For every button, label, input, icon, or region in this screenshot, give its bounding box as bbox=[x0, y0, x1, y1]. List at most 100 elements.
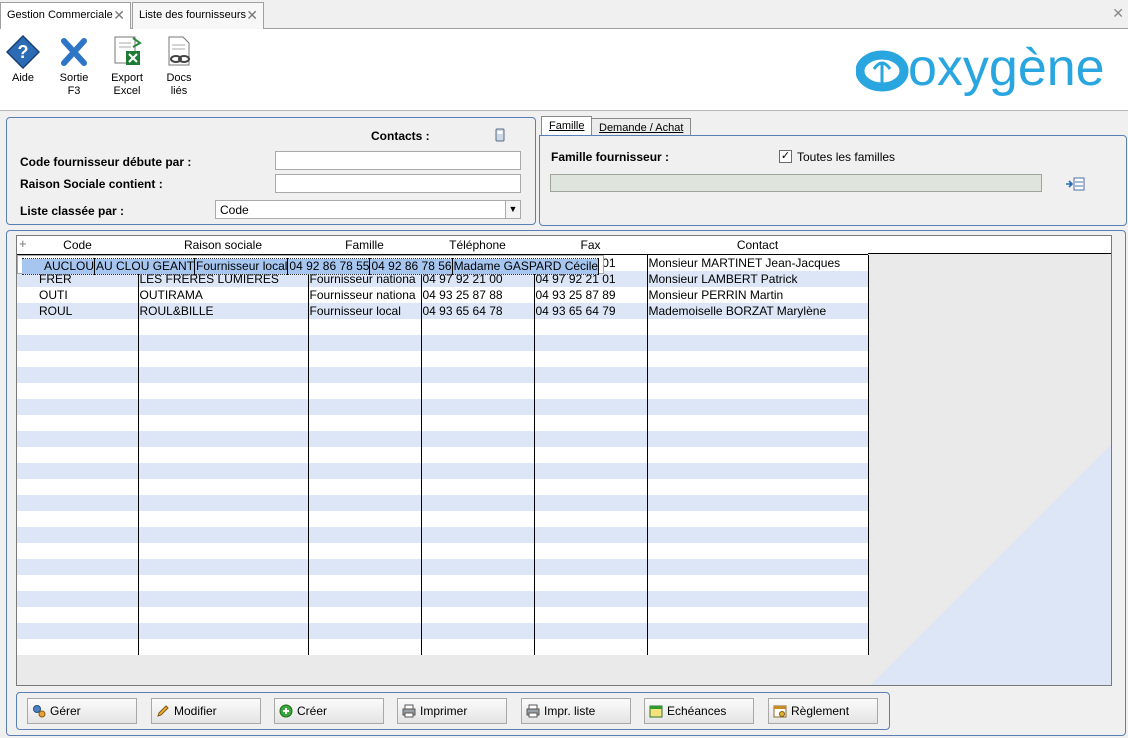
column-header-raison[interactable]: Raison sociale bbox=[138, 236, 308, 255]
empty-row[interactable] bbox=[17, 558, 869, 575]
cell-code bbox=[17, 558, 139, 575]
table-row[interactable]: AUCLOU AU CLOU GEANT Fournisseur local 04 9… bbox=[17, 254, 605, 275]
column-header-contact[interactable]: Contact bbox=[647, 236, 868, 255]
cell-famille bbox=[308, 350, 422, 367]
cell-contact bbox=[647, 574, 869, 591]
cell-fax bbox=[534, 526, 648, 543]
empty-row[interactable] bbox=[17, 430, 869, 447]
empty-row[interactable] bbox=[17, 398, 869, 415]
code-input[interactable] bbox=[275, 151, 521, 170]
column-header-telephone[interactable]: Téléphone bbox=[421, 236, 534, 255]
sort-value: Code bbox=[220, 203, 249, 217]
empty-row[interactable] bbox=[17, 622, 869, 639]
supplier-table: + Code Raison sociale Famille Téléphone … bbox=[17, 236, 869, 655]
column-header-code[interactable]: + Code bbox=[17, 236, 138, 255]
docs-lies-button[interactable]: Docs liés bbox=[156, 35, 202, 98]
empty-row[interactable] bbox=[17, 494, 869, 511]
empty-row[interactable] bbox=[17, 446, 869, 463]
cell-famille bbox=[308, 366, 422, 383]
export-excel-button[interactable]: Export Excel bbox=[104, 35, 150, 98]
empty-row[interactable] bbox=[17, 510, 869, 527]
column-header-fax[interactable]: Fax bbox=[534, 236, 647, 255]
close-all-icon[interactable]: ✕ bbox=[1112, 5, 1124, 22]
reglement-button[interactable]: Règlement bbox=[768, 698, 878, 724]
cell-fax: 04 93 65 64 79 bbox=[534, 302, 648, 319]
imprimer-button[interactable]: Imprimer bbox=[397, 698, 507, 724]
exit-button[interactable]: Sortie F3 bbox=[51, 35, 97, 98]
tab-gestion-commerciale[interactable]: Gestion Commerciale ✕ bbox=[0, 2, 131, 30]
cell-famille bbox=[308, 590, 422, 607]
tab-demande-achat[interactable]: Demande / Achat bbox=[591, 118, 692, 136]
empty-row[interactable] bbox=[17, 334, 869, 351]
cell-code: OUTI bbox=[17, 286, 139, 303]
all-families-checkbox[interactable]: ✓ bbox=[779, 150, 792, 163]
empty-row[interactable] bbox=[17, 542, 869, 559]
table-row[interactable]: OUTI OUTIRAMA Fournisseur nationa 04 93 25 … bbox=[17, 286, 869, 303]
empty-row[interactable] bbox=[17, 478, 869, 495]
cell-fax bbox=[534, 558, 648, 575]
chevron-down-icon[interactable]: ▼ bbox=[505, 201, 520, 218]
payment-calendar-icon bbox=[773, 705, 787, 718]
empty-row[interactable] bbox=[17, 462, 869, 479]
gerer-button[interactable]: Gérer bbox=[27, 698, 137, 724]
table-row[interactable]: ROUL ROUL&BILLE Fournisseur local 04 93 65 … bbox=[17, 302, 869, 319]
empty-row[interactable] bbox=[17, 366, 869, 383]
family-select-icon[interactable] bbox=[1065, 177, 1085, 191]
close-icon[interactable]: ✕ bbox=[113, 8, 125, 22]
phone-icon[interactable] bbox=[495, 128, 505, 142]
cell-famille bbox=[308, 478, 422, 495]
cell-code bbox=[17, 574, 139, 591]
cell-tel bbox=[421, 606, 535, 623]
famille-field[interactable] bbox=[550, 174, 1042, 192]
cell-fax bbox=[534, 318, 648, 335]
cell-raison bbox=[138, 526, 309, 543]
cell-tel bbox=[421, 430, 535, 447]
empty-row[interactable] bbox=[17, 318, 869, 335]
help-button[interactable]: ? Aide bbox=[0, 35, 46, 85]
tab-label: Gestion Commerciale bbox=[7, 9, 113, 21]
column-chooser-icon[interactable]: + bbox=[19, 236, 27, 251]
empty-row[interactable] bbox=[17, 414, 869, 431]
cell-raison bbox=[138, 558, 309, 575]
impr-liste-button[interactable]: Impr. liste bbox=[521, 698, 631, 724]
cell-raison bbox=[138, 462, 309, 479]
cell-fax bbox=[534, 398, 648, 415]
cell-code bbox=[17, 430, 139, 447]
tab-liste-fournisseurs[interactable]: Liste des fournisseurs ✕ bbox=[132, 2, 264, 29]
empty-row[interactable] bbox=[17, 382, 869, 399]
cell-contact: Monsieur MARTINET Jean-Jacques bbox=[647, 254, 869, 271]
column-header-famille[interactable]: Famille bbox=[308, 236, 421, 255]
cell-raison bbox=[138, 590, 309, 607]
empty-row[interactable] bbox=[17, 350, 869, 367]
cell-contact bbox=[647, 334, 869, 351]
family-panel: Famille fournisseur : ✓ Toutes les famil… bbox=[539, 135, 1127, 226]
empty-row[interactable] bbox=[17, 574, 869, 591]
cell-raison bbox=[138, 430, 309, 447]
cell-tel bbox=[421, 510, 535, 527]
close-icon[interactable]: ✕ bbox=[246, 8, 258, 22]
cell-contact bbox=[647, 478, 869, 495]
cell-raison: ROUL&BILLE bbox=[138, 302, 309, 319]
code-label: Code fournisseur débute par : bbox=[20, 155, 192, 169]
cell-contact: Madame GASPARD Cécile bbox=[452, 257, 600, 275]
empty-row[interactable] bbox=[17, 638, 869, 655]
help-label: Aide bbox=[11, 72, 35, 84]
empty-row[interactable] bbox=[17, 606, 869, 623]
cell-contact bbox=[647, 510, 869, 527]
sort-select[interactable]: Code ▼ bbox=[215, 200, 521, 219]
raison-input[interactable] bbox=[275, 174, 521, 193]
cell-code bbox=[17, 590, 139, 607]
tab-famille[interactable]: Famille bbox=[541, 116, 593, 135]
cell-contact bbox=[647, 366, 869, 383]
empty-row[interactable] bbox=[17, 526, 869, 543]
tab-label: Liste des fournisseurs bbox=[139, 9, 246, 21]
cell-fax bbox=[534, 414, 648, 431]
creer-button[interactable]: Créer bbox=[274, 698, 384, 724]
empty-row[interactable] bbox=[17, 590, 869, 607]
sort-label: Liste classée par : bbox=[20, 204, 125, 218]
modifier-button[interactable]: Modifier bbox=[151, 698, 261, 724]
cell-fax bbox=[534, 606, 648, 623]
echeances-button[interactable]: Echéances bbox=[644, 698, 754, 724]
docs-label-2: liés bbox=[170, 85, 188, 97]
cell-tel bbox=[421, 366, 535, 383]
